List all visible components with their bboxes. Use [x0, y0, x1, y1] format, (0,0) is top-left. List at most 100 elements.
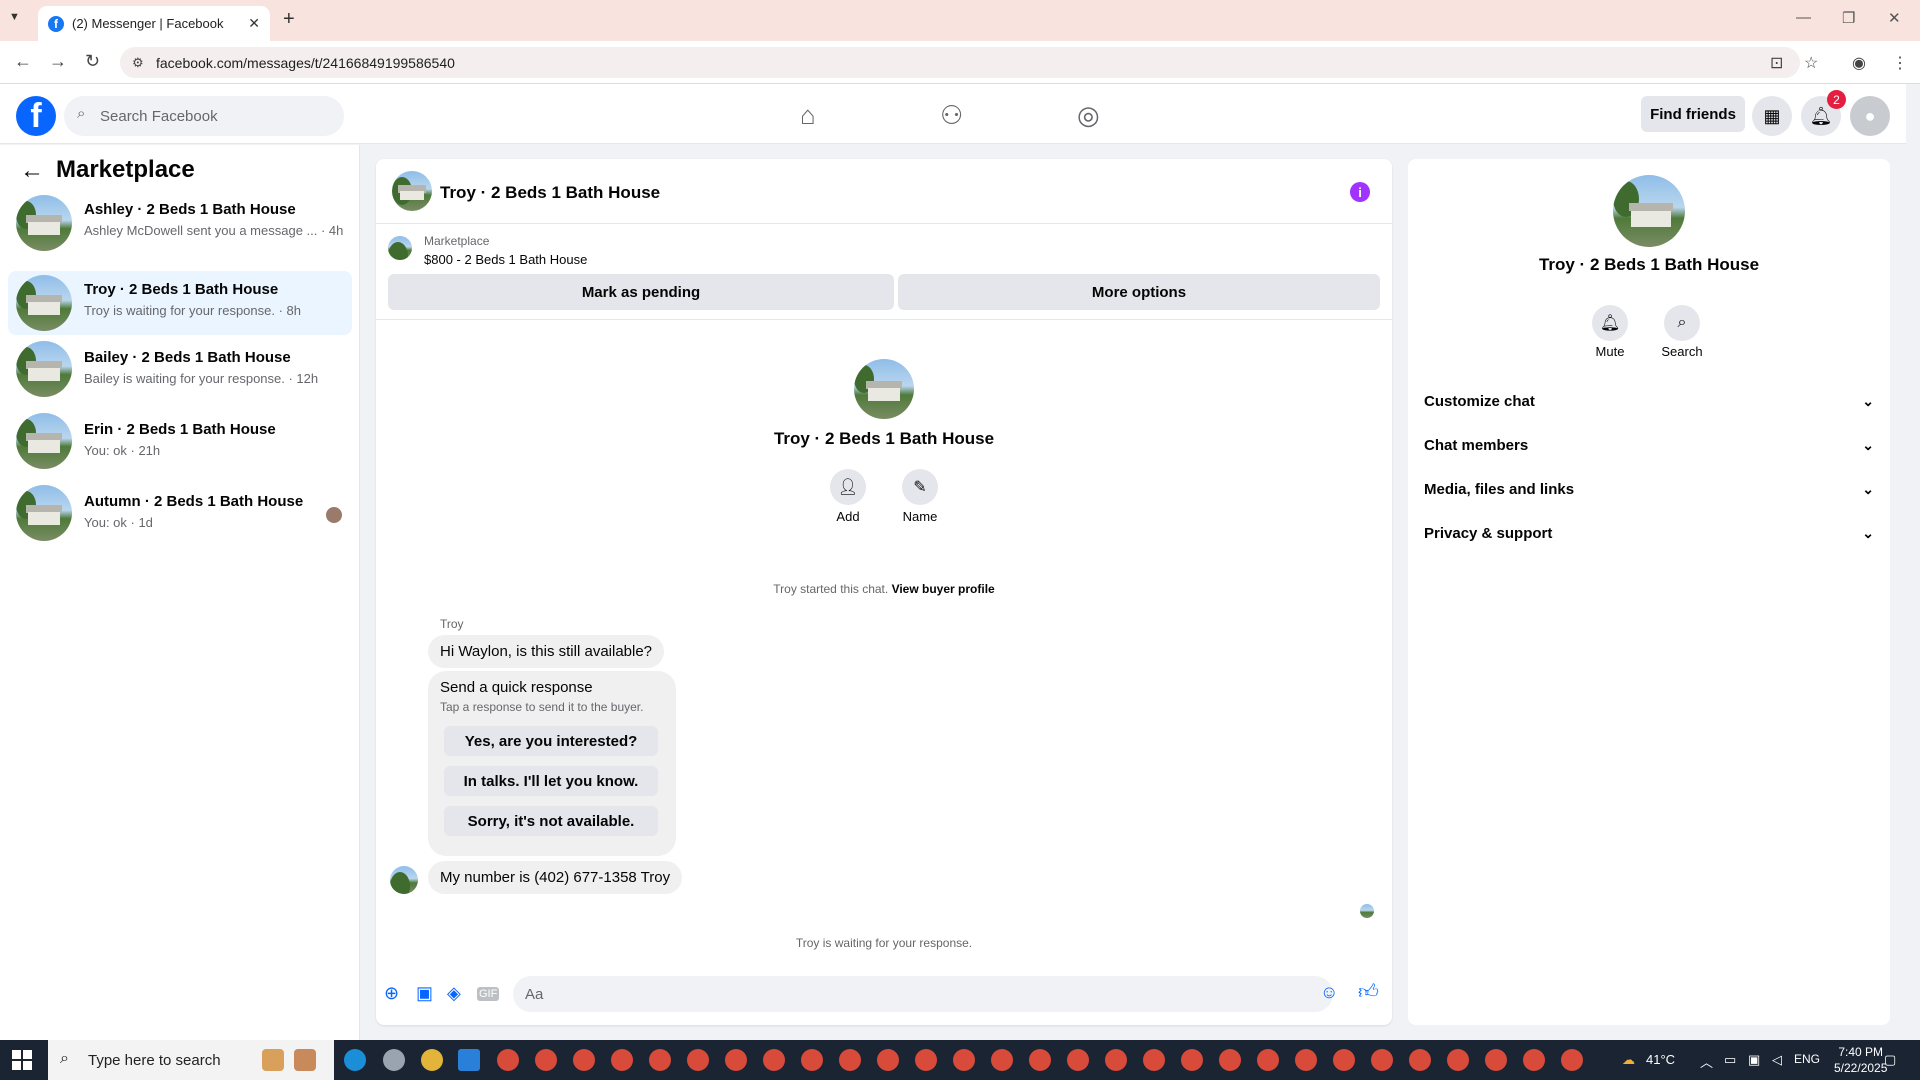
- chrome-icon[interactable]: [915, 1049, 937, 1071]
- chrome-icon[interactable]: [1181, 1049, 1203, 1071]
- restore-icon[interactable]: ❐: [1842, 9, 1855, 27]
- system-clock[interactable]: 7:40 PM 5/22/2025: [1834, 1044, 1887, 1076]
- view-buyer-profile-link[interactable]: View buyer profile: [892, 582, 995, 596]
- more-options-button[interactable]: More options: [898, 274, 1380, 310]
- groups-icon[interactable]: ◎: [1077, 100, 1100, 131]
- chrome-icon[interactable]: [497, 1049, 519, 1071]
- chrome-icon[interactable]: [535, 1049, 557, 1071]
- add-person-icon[interactable]: 👤︎: [830, 469, 866, 505]
- quick-response-button[interactable]: Yes, are you interested?: [444, 726, 658, 756]
- chrome-icon[interactable]: [1143, 1049, 1165, 1071]
- chrome-icon[interactable]: [1523, 1049, 1545, 1071]
- volume-icon[interactable]: ◁: [1772, 1052, 1782, 1068]
- browser-menu-icon[interactable]: ⋮: [1892, 53, 1908, 73]
- chrome-icon[interactable]: [1295, 1049, 1317, 1071]
- thumbs-up-icon[interactable]: 👍︎: [1358, 980, 1379, 1004]
- site-info-icon[interactable]: ⚙: [132, 55, 144, 71]
- chrome-icon[interactable]: [573, 1049, 595, 1071]
- chrome-icon[interactable]: [1371, 1049, 1393, 1071]
- new-tab-icon[interactable]: +: [283, 8, 295, 31]
- back-arrow-icon[interactable]: ←: [20, 157, 44, 185]
- account-avatar[interactable]: ●: [1850, 96, 1890, 136]
- weather-icon[interactable]: ☁: [1622, 1052, 1635, 1068]
- chrome-icon[interactable]: [877, 1049, 899, 1071]
- close-window-icon[interactable]: ✕: [1888, 9, 1901, 27]
- privacy-support-row[interactable]: Privacy & support ⌄: [1424, 511, 1874, 555]
- chrome-icon[interactable]: [1409, 1049, 1431, 1071]
- network-icon[interactable]: ▣: [1748, 1052, 1760, 1068]
- chrome-icon[interactable]: [1219, 1049, 1241, 1071]
- chrome-icon[interactable]: [649, 1049, 671, 1071]
- chrome-icon[interactable]: [1105, 1049, 1127, 1071]
- weather-temp[interactable]: 41°C: [1646, 1052, 1675, 1067]
- chrome-icon[interactable]: [1561, 1049, 1583, 1071]
- chrome-icon[interactable]: [1067, 1049, 1089, 1071]
- chrome-icon[interactable]: [1485, 1049, 1507, 1071]
- quick-response-button[interactable]: Sorry, it's not available.: [444, 806, 658, 836]
- find-friends-button[interactable]: Find friends: [1641, 96, 1745, 132]
- install-app-icon[interactable]: ⊡: [1770, 53, 1783, 73]
- chrome-icon[interactable]: [725, 1049, 747, 1071]
- back-icon[interactable]: ←: [14, 51, 32, 72]
- home-icon[interactable]: ⌂: [800, 100, 816, 131]
- meet-now-icon[interactable]: ▭: [1724, 1052, 1736, 1068]
- chrome-icon[interactable]: [421, 1049, 443, 1071]
- download-icon[interactable]: [458, 1049, 480, 1071]
- taskbar-app-icon[interactable]: [383, 1049, 405, 1071]
- edit-name-icon[interactable]: ✎: [902, 469, 938, 505]
- search-in-chat-icon[interactable]: ⌕: [1664, 305, 1700, 341]
- info-icon[interactable]: i: [1350, 182, 1370, 202]
- chrome-icon[interactable]: [763, 1049, 785, 1071]
- notification-center-icon[interactable]: ▢: [1884, 1052, 1896, 1068]
- profile-icon[interactable]: ◉: [1852, 53, 1866, 73]
- search-facebook-input[interactable]: Search Facebook: [64, 96, 344, 136]
- chrome-icon[interactable]: [991, 1049, 1013, 1071]
- media-files-links-row[interactable]: Media, files and links ⌄: [1424, 467, 1874, 511]
- chrome-icon[interactable]: [839, 1049, 861, 1071]
- taskbar-app-icon[interactable]: [294, 1049, 316, 1071]
- friends-icon[interactable]: ⚇: [940, 100, 963, 131]
- chat-avatar[interactable]: [392, 171, 432, 211]
- facebook-logo-icon[interactable]: f: [16, 96, 56, 136]
- tray-chevron-icon[interactable]: ︿: [1700, 1052, 1713, 1071]
- conversation-item-troy[interactable]: Troy · 2 Beds 1 Bath House Troy is waiti…: [8, 271, 352, 335]
- mute-bell-icon[interactable]: 🔔︎: [1592, 305, 1628, 341]
- forward-icon[interactable]: →: [49, 51, 67, 72]
- conversation-item-erin[interactable]: Erin · 2 Beds 1 Bath House You: ok · 21h: [8, 407, 352, 471]
- chrome-icon[interactable]: [611, 1049, 633, 1071]
- taskbar-search-input[interactable]: Type here to search: [48, 1040, 334, 1080]
- chrome-icon[interactable]: [1447, 1049, 1469, 1071]
- mark-as-pending-button[interactable]: Mark as pending: [388, 274, 894, 310]
- chrome-icon[interactable]: [1029, 1049, 1051, 1071]
- chat-members-row[interactable]: Chat members ⌄: [1424, 423, 1874, 467]
- customize-chat-row[interactable]: Customize chat ⌄: [1424, 379, 1874, 423]
- emoji-icon[interactable]: ☺: [1320, 982, 1338, 1003]
- tab-search-icon[interactable]: ▼: [9, 11, 20, 23]
- menu-grid-icon[interactable]: ▦: [1752, 96, 1792, 136]
- conversation-item-bailey[interactable]: Bailey · 2 Beds 1 Bath House Bailey is w…: [8, 335, 352, 399]
- url-input[interactable]: facebook.com/messages/t/2416684919958654…: [120, 47, 1800, 78]
- sticker-icon[interactable]: ◈: [447, 983, 461, 1004]
- language-indicator[interactable]: ENG: [1794, 1052, 1820, 1066]
- edge-icon[interactable]: [344, 1049, 366, 1071]
- chrome-icon[interactable]: [1333, 1049, 1355, 1071]
- chrome-icon[interactable]: [1257, 1049, 1279, 1071]
- gif-icon[interactable]: GIF: [477, 987, 500, 1001]
- taskbar-app-icon[interactable]: [262, 1049, 284, 1071]
- reload-icon[interactable]: ↻: [85, 51, 100, 72]
- close-tab-icon[interactable]: ✕: [248, 15, 260, 32]
- conversation-item-ashley[interactable]: Ashley · 2 Beds 1 Bath House Ashley McDo…: [8, 191, 352, 255]
- chrome-icon[interactable]: [801, 1049, 823, 1071]
- chat-title[interactable]: Troy · 2 Beds 1 Bath House: [440, 183, 660, 203]
- minimize-icon[interactable]: —: [1796, 9, 1811, 26]
- bookmark-star-icon[interactable]: ☆: [1804, 53, 1818, 73]
- browser-tab[interactable]: f (2) Messenger | Facebook ✕: [38, 6, 270, 41]
- listing-title[interactable]: $800 - 2 Beds 1 Bath House: [424, 252, 587, 267]
- photo-icon[interactable]: ▣: [416, 983, 433, 1004]
- chrome-icon[interactable]: [687, 1049, 709, 1071]
- quick-response-button[interactable]: In talks. I'll let you know.: [444, 766, 658, 796]
- chrome-icon[interactable]: [953, 1049, 975, 1071]
- message-input[interactable]: Aa: [513, 976, 1333, 1012]
- conversation-item-autumn[interactable]: Autumn · 2 Beds 1 Bath House You: ok · 1…: [8, 479, 352, 543]
- plus-icon[interactable]: ⊕: [384, 983, 399, 1004]
